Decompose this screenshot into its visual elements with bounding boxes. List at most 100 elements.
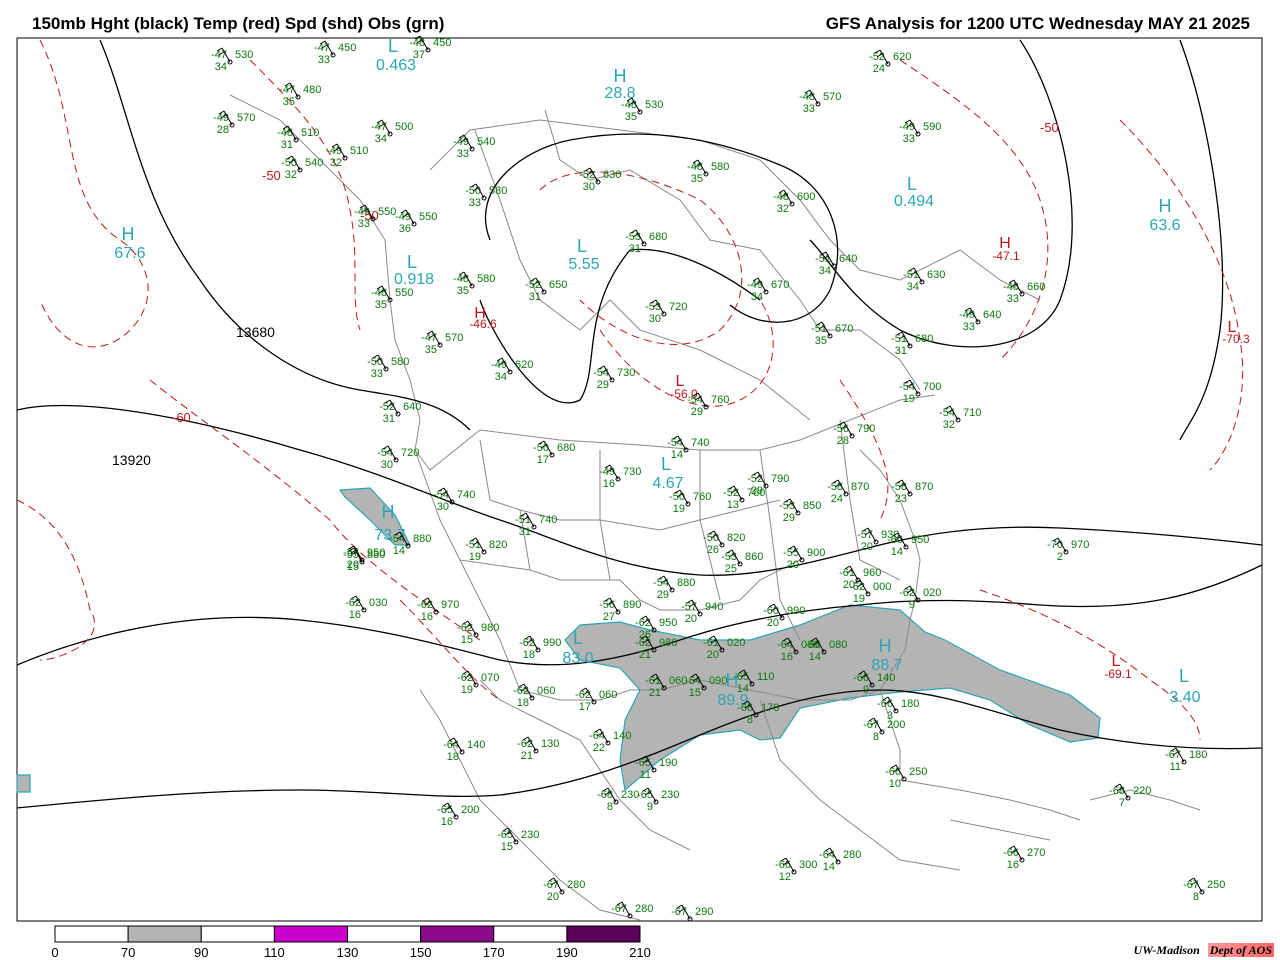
obs-height: 640 bbox=[983, 309, 1001, 321]
obs-dewpoint-spread: 19 bbox=[461, 684, 473, 696]
obs-height: 580 bbox=[477, 273, 495, 285]
obs-height: 980 bbox=[481, 622, 499, 634]
obs-height: 940 bbox=[705, 601, 723, 613]
obs-dewpoint-spread: 35 bbox=[425, 344, 437, 356]
obs-dewpoint-spread: 31 bbox=[519, 526, 531, 538]
obs-height: 140 bbox=[467, 739, 485, 751]
obs-dewpoint-spread: 32 bbox=[777, 203, 789, 215]
obs-height: 730 bbox=[617, 367, 635, 379]
obs-dewpoint-spread: 35 bbox=[457, 285, 469, 297]
obs-height: 060 bbox=[537, 685, 555, 697]
obs-dewpoint-spread: 30 bbox=[583, 181, 595, 193]
obs-dewpoint-spread: 31 bbox=[629, 243, 641, 255]
obs-height: 640 bbox=[403, 401, 421, 413]
obs-dewpoint-spread: 9 bbox=[909, 599, 915, 611]
obs-height: 890 bbox=[623, 599, 641, 611]
obs-dewpoint-spread: 20 bbox=[685, 613, 697, 625]
obs-height: 820 bbox=[727, 532, 745, 544]
obs-dewpoint-spread: 9 bbox=[863, 684, 869, 696]
obs-dewpoint-spread: 14 bbox=[809, 651, 821, 663]
obs-dewpoint-spread: 10 bbox=[889, 778, 901, 790]
obs-dewpoint-spread: 19 bbox=[853, 593, 865, 605]
obs-dewpoint-spread: 13 bbox=[727, 499, 739, 511]
obs-height: 300 bbox=[799, 859, 817, 871]
obs-height: 720 bbox=[401, 447, 419, 459]
obs-height: 950 bbox=[911, 534, 929, 546]
obs-height: 990 bbox=[543, 637, 561, 649]
obs-dewpoint-spread: 33 bbox=[803, 103, 815, 115]
obs-height: 280 bbox=[843, 849, 861, 861]
colorbar-tick-label: 190 bbox=[556, 945, 578, 960]
obs-height: 200 bbox=[887, 719, 905, 731]
obs-dewpoint-spread: 18 bbox=[517, 697, 529, 709]
obs-dewpoint-spread: 19 bbox=[469, 551, 481, 563]
obs-dewpoint-spread: 20 bbox=[547, 891, 559, 903]
obs-height: 540 bbox=[305, 157, 323, 169]
center-letter: H bbox=[1159, 196, 1172, 216]
obs-dewpoint-spread: 36 bbox=[399, 223, 411, 235]
obs-dewpoint-spread: 29 bbox=[691, 406, 703, 418]
obs-height: 620 bbox=[893, 51, 911, 63]
obs-height: 480 bbox=[303, 84, 321, 96]
obs-height: 030 bbox=[369, 597, 387, 609]
obs-dewpoint-spread: 14 bbox=[737, 683, 749, 695]
obs-dewpoint-spread: 8 bbox=[747, 714, 753, 726]
center-value: -46.6 bbox=[469, 317, 497, 331]
obs-height: 630 bbox=[603, 169, 621, 181]
obs-dewpoint-spread: 11 bbox=[1170, 761, 1181, 773]
obs-dewpoint-spread: 8 bbox=[1193, 891, 1199, 903]
obs-height: 980 bbox=[659, 637, 677, 649]
contour-label: 13920 bbox=[112, 452, 151, 468]
center-value: 4.67 bbox=[652, 475, 683, 492]
obs-height: 850 bbox=[803, 500, 821, 512]
obs-dewpoint-spread: 27 bbox=[603, 611, 615, 623]
center-value: 0.494 bbox=[894, 193, 934, 210]
obs-dewpoint-spread: 34 bbox=[907, 281, 919, 293]
obs-dewpoint-spread: 14 bbox=[393, 545, 405, 557]
obs-dewpoint-spread: 33 bbox=[1007, 293, 1019, 305]
obs-dewpoint-spread: 21 bbox=[649, 687, 661, 699]
obs-height: 500 bbox=[395, 121, 413, 133]
obs-height: 680 bbox=[915, 333, 933, 345]
obs-dewpoint-spread: 34 bbox=[215, 61, 227, 73]
obs-height: 220 bbox=[1133, 785, 1151, 797]
colorbar-tick-label: 210 bbox=[629, 945, 651, 960]
colorbar-tick-label: 110 bbox=[264, 945, 285, 960]
obs-dewpoint-spread: 14 bbox=[823, 861, 835, 873]
obs-dewpoint-spread: 18 bbox=[447, 751, 459, 763]
obs-height: 550 bbox=[395, 287, 413, 299]
obs-dewpoint-spread: 18 bbox=[523, 649, 535, 661]
obs-height: 680 bbox=[649, 231, 667, 243]
obs-dewpoint-spread: 21 bbox=[639, 649, 651, 661]
obs-height: 450 bbox=[338, 42, 356, 54]
obs-dewpoint-spread: 32 bbox=[285, 169, 297, 181]
obs-height: 760 bbox=[711, 394, 729, 406]
colorbar-tick-label: 150 bbox=[410, 945, 432, 960]
center-value: 3.40 bbox=[1169, 689, 1200, 706]
center-letter: L bbox=[907, 174, 917, 194]
obs-height: 630 bbox=[927, 269, 945, 281]
obs-dewpoint-spread: 20 bbox=[707, 649, 719, 661]
obs-height: 530 bbox=[645, 99, 663, 111]
obs-dewpoint-spread: 33 bbox=[358, 218, 370, 230]
obs-dewpoint-spread: 33 bbox=[318, 54, 330, 66]
colorbar-bin bbox=[54, 925, 129, 943]
obs-dewpoint-spread: 8 bbox=[607, 801, 613, 813]
obs-height: 530 bbox=[235, 49, 253, 61]
obs-height: 200 bbox=[461, 804, 479, 816]
center-value: 5.55 bbox=[568, 256, 599, 273]
obs-height: 280 bbox=[567, 879, 585, 891]
obs-dewpoint-spread: 17 bbox=[537, 454, 549, 466]
obs-height: 250 bbox=[1207, 879, 1225, 891]
obs-height: 270 bbox=[1027, 847, 1045, 859]
center-value: 83.0 bbox=[562, 650, 593, 667]
obs-dewpoint-spread: 19 bbox=[903, 393, 915, 405]
obs-dewpoint-spread: 31 bbox=[895, 345, 907, 357]
center-value: -69.1 bbox=[1104, 667, 1132, 681]
credit-dept: Dept of AOS bbox=[1207, 943, 1274, 957]
obs-height: 090 bbox=[709, 675, 727, 687]
obs-height: 870 bbox=[851, 481, 869, 493]
obs-dewpoint-spread: 24 bbox=[831, 493, 843, 505]
obs-height: 950 bbox=[367, 547, 385, 559]
obs-height: 870 bbox=[915, 481, 933, 493]
